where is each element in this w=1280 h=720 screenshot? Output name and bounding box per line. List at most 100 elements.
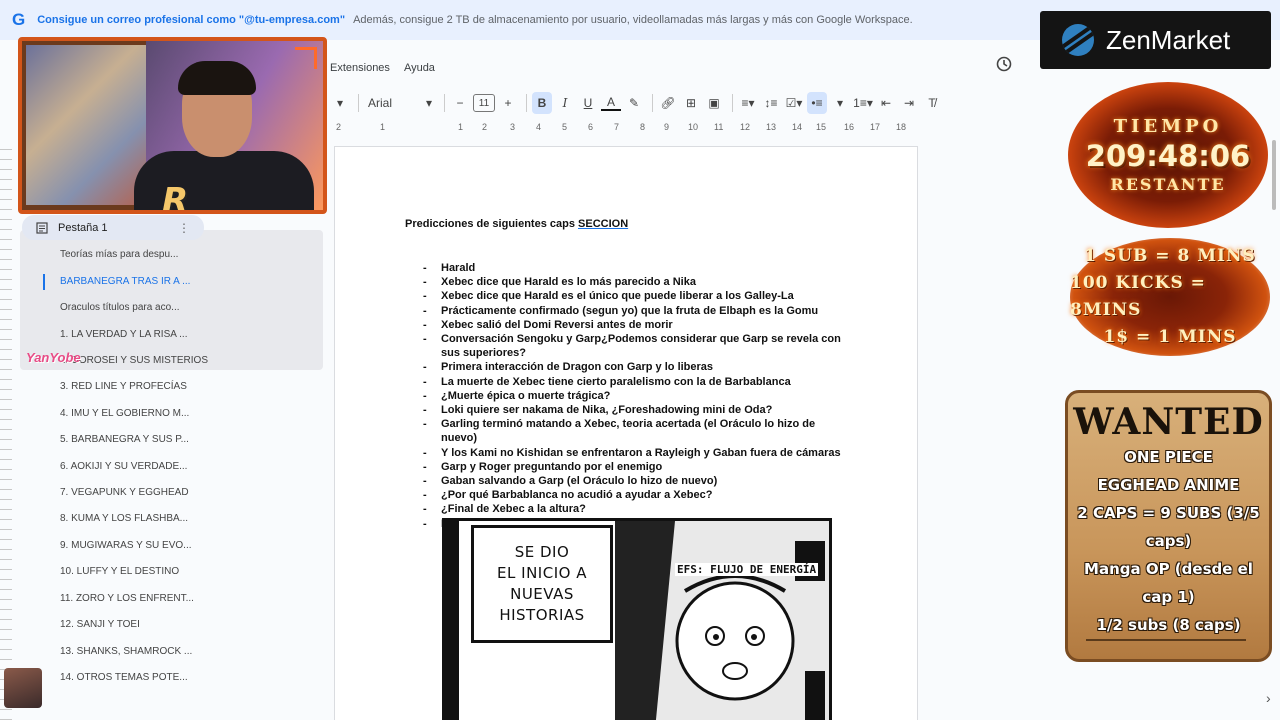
heading-section-link[interactable]: SECCION — [578, 218, 628, 230]
menu-help[interactable]: Ayuda — [404, 62, 435, 74]
ruler-tick: 2 — [336, 122, 342, 132]
ruler-tick: 5 — [562, 122, 568, 132]
outline-item[interactable]: 14. OTROS TEMAS POTE... — [60, 672, 188, 683]
underline-button[interactable]: U — [578, 92, 598, 114]
ruler-tick: 11 — [714, 122, 724, 132]
ruler-tick: 18 — [896, 122, 907, 132]
outline-item[interactable]: 2. GOROSEI Y SUS MISTERIOS — [60, 355, 208, 366]
timer-value: 209:48:06 — [1085, 139, 1251, 173]
streamer-webcam: R — [18, 37, 327, 214]
font-family-select[interactable]: Arial ▾ — [364, 92, 436, 114]
bulleted-list-icon[interactable]: •≡ — [807, 92, 827, 114]
ruler-tick: 8 — [640, 122, 646, 132]
checklist-icon[interactable]: ☑▾ — [784, 92, 804, 114]
version-history-icon[interactable] — [995, 55, 1013, 73]
clear-formatting-icon[interactable]: T̸ — [922, 92, 942, 114]
outline-item[interactable]: Oraculos títulos para aco... — [60, 302, 180, 313]
ruler-tick: 16 — [844, 122, 855, 132]
outline-item[interactable]: 1. LA VERDAD Y LA RISA ... — [60, 329, 187, 340]
outline-item[interactable]: 9. MUGIWARAS Y SU EVO... — [60, 540, 192, 551]
ruler-tick: 12 — [740, 122, 751, 132]
document-icon — [36, 221, 48, 234]
chevron-down-icon[interactable]: ▾ — [330, 92, 350, 114]
wanted-line: Manga OP (desde el cap 1) — [1084, 560, 1253, 606]
outline-item[interactable]: 8. KUMA Y LOS FLASHBA... — [60, 513, 188, 524]
font-family-value: Arial — [368, 96, 393, 110]
insert-image-icon[interactable]: ▣ — [704, 92, 724, 114]
subathon-rates: 1 SUB = 8 MINS 100 KICKS = 8MINS 1$ = 1 … — [1070, 238, 1270, 356]
prediction-item: Garling terminó matando a Xebec, teoria … — [423, 417, 853, 445]
ruler-tick: 15 — [816, 122, 827, 132]
manga-caption: SE DIO EL INICIO A NUEVAS HISTORIAS — [497, 543, 587, 624]
horizontal-ruler[interactable]: 2 1 1 2 3 4 5 6 7 8 9 10 11 12 13 14 15 … — [330, 120, 920, 136]
prediction-item: Conversación Sengoku y Garp¿Podemos cons… — [423, 332, 853, 360]
ruler-tick: 13 — [766, 122, 777, 132]
outline-item[interactable]: BARBANEGRA TRAS IR A ... — [60, 276, 190, 287]
ruler-tick: 14 — [792, 122, 803, 132]
manga-image: SE DIO EL INICIO A NUEVAS HISTORIAS EFS:… — [442, 518, 832, 720]
wanted-title: WANTED — [1073, 401, 1264, 443]
webcam-person-body — [134, 151, 314, 210]
manga-caption-panel: SE DIO EL INICIO A NUEVAS HISTORIAS — [471, 525, 613, 643]
streamer-name: YanYobe — [26, 350, 81, 365]
divider — [652, 94, 653, 112]
timer-label: TIEMPO — [1113, 116, 1223, 137]
add-comment-icon[interactable]: ⊞ — [681, 92, 701, 114]
divider — [732, 94, 733, 112]
bold-button[interactable]: B — [532, 92, 552, 114]
google-logo-icon: G — [12, 10, 26, 29]
font-size-input[interactable]: 11 — [473, 94, 495, 112]
prediction-item: Loki quiere ser nakama de Nika, ¿Foresha… — [423, 403, 853, 417]
menu-bar: Extensiones Ayuda — [330, 62, 435, 74]
italic-button[interactable]: I — [555, 92, 575, 114]
heading-text: Predicciones de siguientes caps — [405, 218, 579, 230]
divider — [358, 94, 359, 112]
highlight-pen-icon[interactable]: ✎ — [624, 92, 644, 114]
outline-item[interactable]: 7. VEGAPUNK Y EGGHEAD — [60, 487, 189, 498]
menu-extensions[interactable]: Extensiones — [330, 62, 390, 74]
outline-item[interactable]: 11. ZORO Y LOS ENFRENT... — [60, 593, 194, 604]
decrease-font-size-button[interactable]: − — [450, 92, 470, 114]
chevron-right-icon[interactable]: › — [1266, 690, 1271, 706]
tab-pestana-1[interactable]: Pestaña 1 ⋮ — [22, 215, 204, 240]
outline-item[interactable]: 5. BARBANEGRA Y SUS P... — [60, 434, 189, 445]
outline-item[interactable]: 10. LUFFY Y EL DESTINO — [60, 566, 179, 577]
webcam-logo-icon: R — [162, 181, 189, 214]
outline-item[interactable]: 13. SHANKS, SHAMROCK ... — [60, 646, 192, 657]
text-color-button[interactable]: A — [601, 95, 621, 111]
insert-link-icon[interactable]: 🔗︎ — [658, 92, 678, 114]
chevron-down-icon: ▾ — [425, 96, 432, 110]
outline-item[interactable]: 4. IMU Y EL GOBIERNO M... — [60, 408, 189, 419]
prediction-item: Gaban salvando a Garp (el Oráculo lo hiz… — [423, 474, 853, 488]
outline-item[interactable]: 6. AOKIJI Y SU VERDADE... — [60, 461, 187, 472]
outline-item[interactable]: Teorías mías para despu... — [60, 249, 178, 260]
prediction-item: Garp y Roger preguntando por el enemigo — [423, 460, 853, 474]
more-options-icon[interactable]: ⋮ — [178, 221, 190, 235]
divider — [526, 94, 527, 112]
outline-item[interactable]: 12. SANJI Y TOEI — [60, 619, 140, 630]
outline-item[interactable]: 3. RED LINE Y PROFECÍAS — [60, 381, 187, 392]
align-icon[interactable]: ≡▾ — [738, 92, 758, 114]
chevron-down-icon[interactable]: ▾ — [830, 92, 850, 114]
decrease-indent-icon[interactable]: ⇤ — [876, 92, 896, 114]
document-heading: Predicciones de siguientes caps SECCION — [405, 218, 628, 230]
webcam-person-hair — [178, 61, 256, 95]
ruler-tick: 9 — [664, 122, 670, 132]
vertical-scrollbar[interactable] — [1272, 140, 1276, 210]
webcam-frame-corner — [295, 47, 317, 69]
line-spacing-icon[interactable]: ↕≡ — [761, 92, 781, 114]
vertical-ruler[interactable] — [0, 140, 12, 720]
prediction-item: Primera interacción de Dragon con Garp y… — [423, 360, 853, 374]
increase-font-size-button[interactable]: + — [498, 92, 518, 114]
prediction-item: Prácticamente confirmado (segun yo) que … — [423, 304, 853, 318]
increase-indent-icon[interactable]: ⇥ — [899, 92, 919, 114]
wanted-line: ONE PIECE — [1124, 448, 1213, 466]
zenmarket-logo-icon — [1062, 24, 1094, 56]
avatar — [4, 668, 42, 708]
prediction-item: Xebec salió del Domi Reversi antes de mo… — [423, 318, 853, 332]
numbered-list-icon[interactable]: 1≡▾ — [853, 92, 873, 114]
prediction-item: La muerte de Xebec tiene cierto paraleli… — [423, 375, 853, 389]
promo-headline[interactable]: Consigue un correo profesional como "@tu… — [37, 14, 345, 26]
wanted-line: 1/2 subs (8 caps) — [1096, 616, 1241, 634]
document-page[interactable]: Predicciones de siguientes caps SECCION … — [334, 146, 918, 720]
